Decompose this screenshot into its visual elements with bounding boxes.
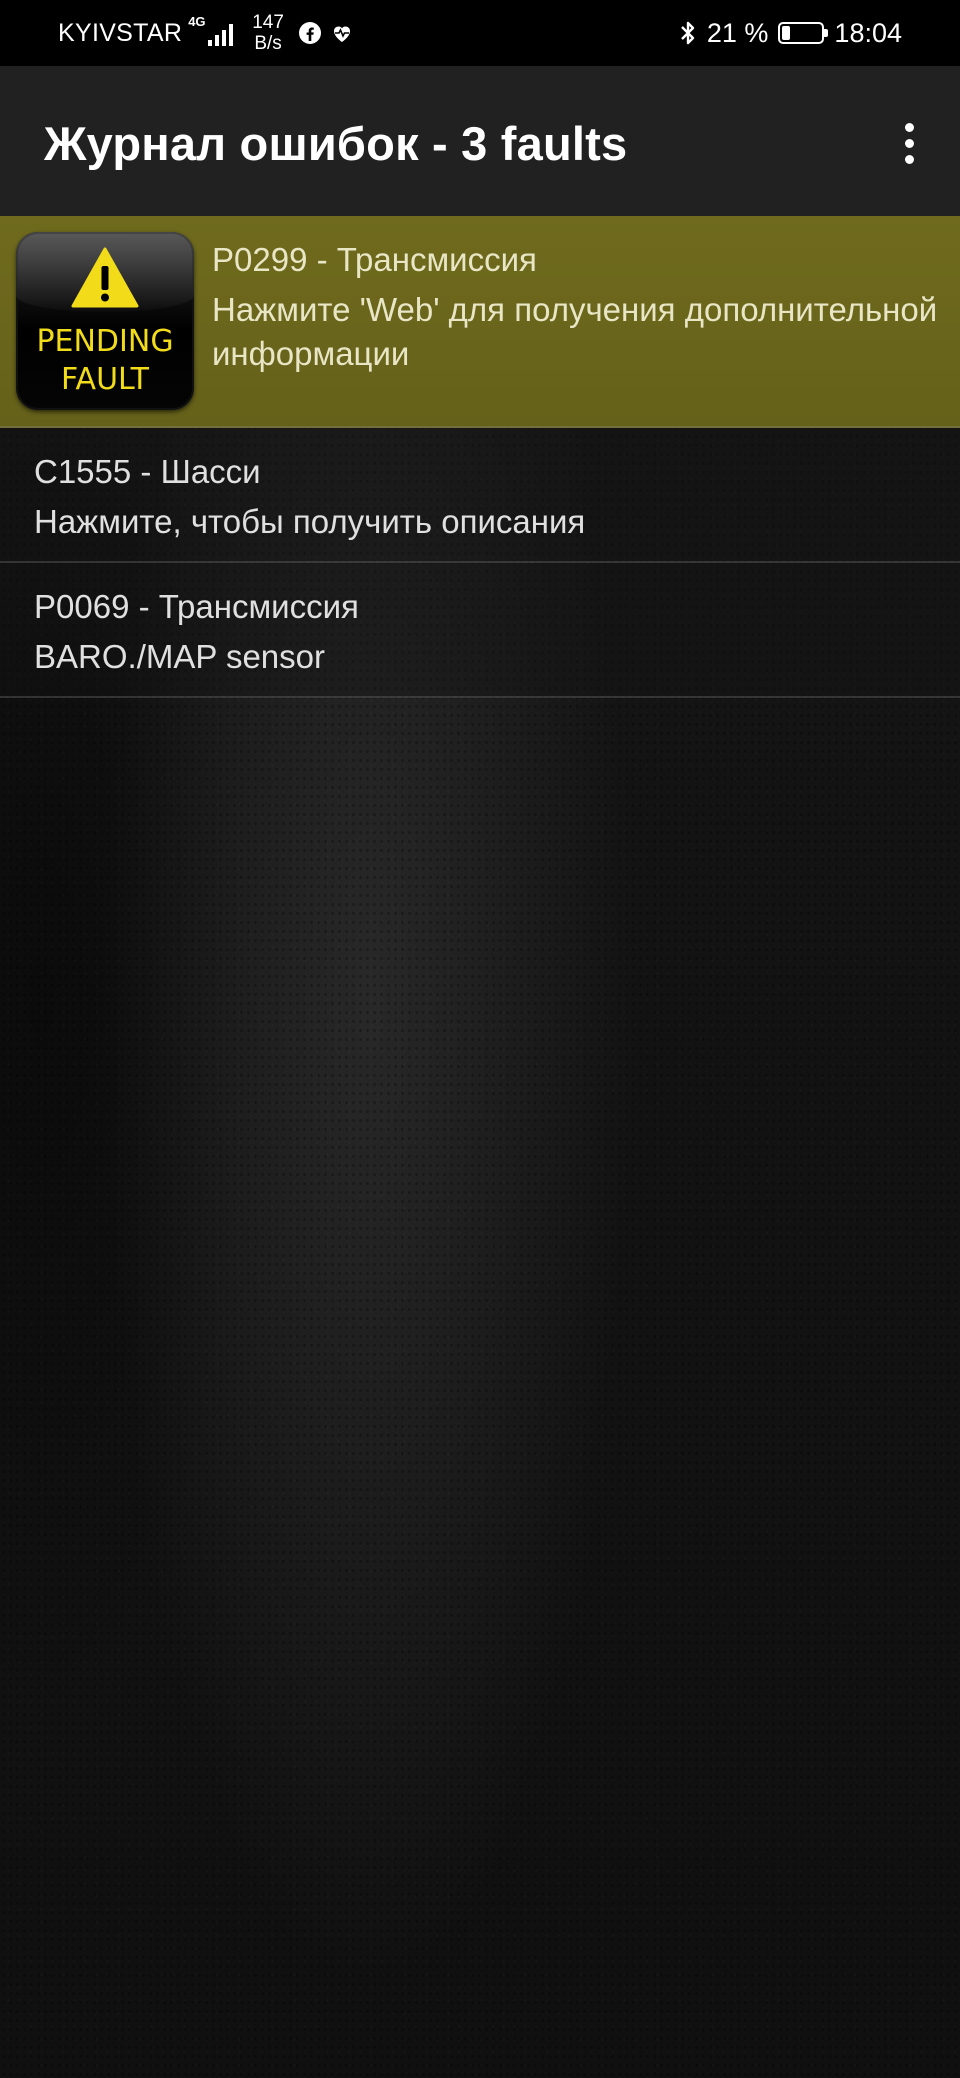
badge-label-fault: FAULT	[61, 362, 149, 397]
warning-icon	[71, 247, 139, 308]
fault-description: Нажмите 'Web' для получения дополнительн…	[212, 291, 938, 372]
fault-text: P0069 - Трансмиссия BARO./MAP sensor	[34, 585, 940, 679]
fault-description: BARO./MAP sensor	[34, 638, 325, 675]
fault-code: C1555 - Шасси	[34, 453, 261, 490]
more-vert-icon	[904, 122, 914, 132]
signal-icon: 4G	[188, 14, 238, 48]
status-bar: KYIVSTAR 4G 147 B/s 21 % 18:04	[0, 0, 960, 66]
fault-list: PENDING FAULT P0299 - Трансмиссия Нажмит…	[0, 216, 960, 698]
battery-icon	[778, 22, 829, 44]
fault-code: P0299 - Трансмиссия	[212, 241, 537, 278]
page-title: Журнал ошибок - 3 faults	[44, 117, 628, 170]
pending-fault-badge: PENDING FAULT	[16, 232, 194, 410]
screen: KYIVSTAR 4G 147 B/s 21 % 18:04 Журнал ош…	[0, 0, 960, 2078]
fault-text: C1555 - Шасси Нажмите, чтобы получить оп…	[34, 450, 940, 544]
overflow-menu-button[interactable]	[880, 114, 938, 172]
network-type: 4G	[188, 14, 206, 29]
badge-label-pending: PENDING	[36, 324, 174, 359]
bluetooth-icon	[681, 21, 695, 45]
facebook-icon	[298, 22, 321, 44]
fault-item[interactable]: P0069 - Трансмиссия BARO./MAP sensor	[0, 563, 960, 698]
speed-unit: B/s	[254, 33, 282, 54]
speed-value: 147	[252, 12, 284, 33]
fault-item-pending[interactable]: PENDING FAULT P0299 - Трансмиссия Нажмит…	[0, 216, 960, 428]
status-right: 21 % 18:04	[679, 0, 902, 66]
fault-item[interactable]: C1555 - Шасси Нажмите, чтобы получить оп…	[0, 428, 960, 563]
app-bar: Журнал ошибок - 3 faults	[0, 66, 960, 216]
status-left: KYIVSTAR 4G 147 B/s	[58, 0, 354, 66]
fault-description: Нажмите, чтобы получить описания	[34, 503, 586, 540]
carrier-name: KYIVSTAR	[58, 18, 183, 47]
battery-fill	[782, 26, 791, 40]
battery-percent: 21 %	[706, 17, 769, 48]
clock: 18:04	[834, 17, 902, 48]
health-heart-icon	[333, 26, 350, 42]
network-speed: 147 B/s	[252, 12, 284, 54]
fault-code: P0069 - Трансмиссия	[34, 588, 359, 625]
fault-text: P0299 - Трансмиссия Нажмите 'Web' для по…	[212, 238, 940, 376]
